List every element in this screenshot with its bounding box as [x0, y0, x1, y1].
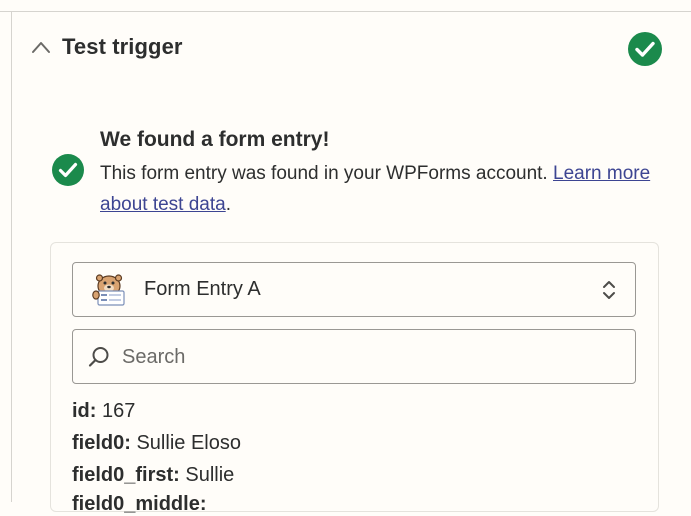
field-key: field0_middle:: [72, 493, 207, 515]
result-description-text: This form entry was found in your WPForm…: [100, 163, 553, 184]
section-title: Test trigger: [62, 34, 183, 59]
result-title: We found a form entry!: [100, 128, 330, 151]
field-key: id:: [72, 400, 97, 422]
check-circle-icon: [52, 154, 84, 186]
test-trigger-panel: Test trigger We found a form entry! This…: [0, 0, 691, 515]
field-row-field0: field0: Sullie Eloso: [72, 432, 241, 455]
wpforms-logo-icon: [92, 274, 125, 306]
result-description: This form entry was found in your WPForm…: [100, 158, 675, 220]
field-key: field0_first:: [72, 464, 180, 486]
check-circle-icon: [628, 32, 662, 66]
field-value: Sullie: [185, 464, 235, 486]
field-row-field0-middle: field0_middle:: [72, 493, 206, 516]
search-input[interactable]: [122, 340, 622, 374]
chevron-up-icon[interactable]: [31, 40, 51, 54]
field-value: 167: [102, 400, 136, 422]
form-entry-select-value: Form Entry A: [144, 278, 261, 300]
field-row-field0-first: field0_first: Sullie: [72, 464, 234, 487]
field-value: Sullie Eloso: [136, 432, 241, 454]
result-description-suffix: .: [225, 194, 231, 215]
chevron-up-down-icon: [603, 281, 615, 299]
search-icon: [88, 347, 109, 367]
field-key: field0:: [72, 432, 131, 454]
field-row-id: id: 167: [72, 400, 135, 423]
